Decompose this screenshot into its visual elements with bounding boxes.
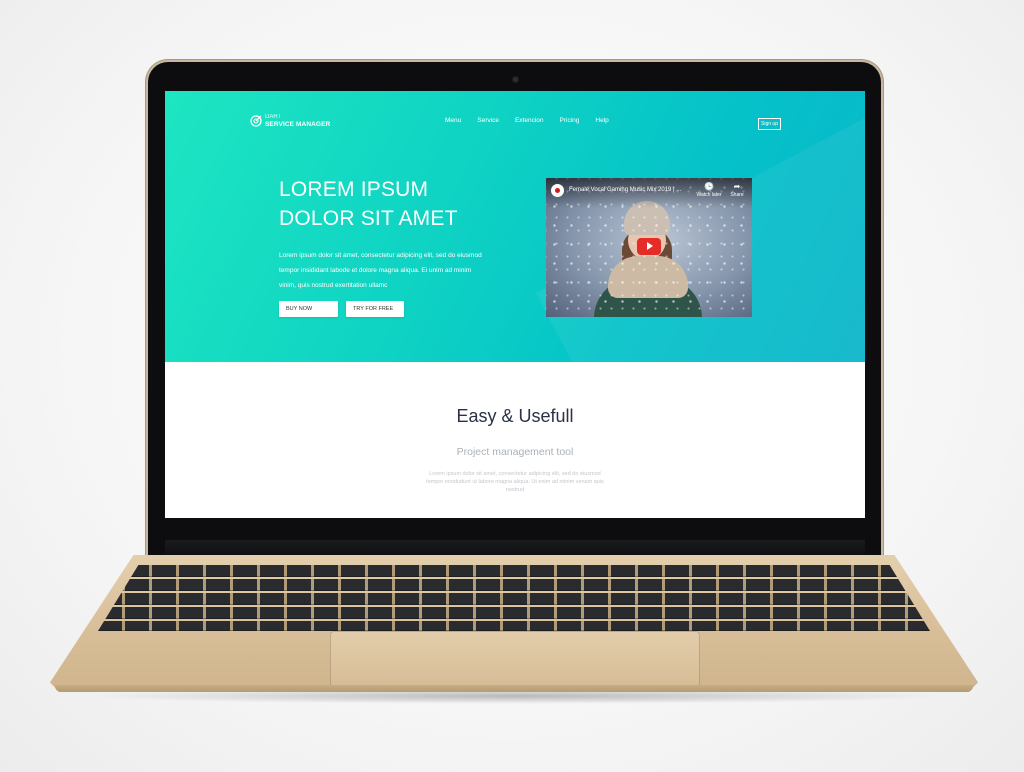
key-row — [98, 621, 930, 631]
key-row — [98, 607, 930, 619]
key-row — [98, 579, 930, 591]
clock-icon: 🕒 — [704, 182, 714, 191]
play-icon[interactable] — [637, 238, 661, 255]
hero-title-line1: LOREM IPSUM — [279, 178, 429, 201]
watch-later-button[interactable]: 🕒 Watch later — [696, 182, 722, 198]
key-row — [98, 565, 930, 577]
nav-item-pricing[interactable]: Pricing — [560, 117, 580, 124]
nav-item-help[interactable]: Help — [595, 117, 608, 124]
channel-avatar-icon[interactable] — [551, 184, 564, 197]
hero-title-line2: DOLOR SIT AMET — [279, 207, 458, 230]
buy-now-button[interactable]: BUY NOW — [279, 301, 338, 317]
share-label: Share — [730, 192, 744, 198]
brand-line1: DART — [265, 114, 282, 120]
main-nav: Menu Service Extencion Pricing Help — [445, 117, 609, 124]
keyboard — [98, 563, 930, 631]
brand-line2: SERVICE MANAGER — [265, 121, 331, 128]
video-player[interactable]: Female Vocal Gaming Music Mix 2019 | ...… — [546, 178, 752, 317]
laptop-front-edge — [55, 685, 973, 692]
watch-later-label: Watch later — [696, 192, 722, 198]
signup-button[interactable]: Sign up — [758, 118, 781, 130]
share-arrow-icon: ➦ — [733, 182, 741, 191]
nav-item-service[interactable]: Service — [477, 117, 499, 124]
try-for-free-button[interactable]: TRY FOR FREE — [346, 301, 404, 317]
video-title[interactable]: Female Vocal Gaming Music Mix 2019 | ... — [569, 187, 681, 193]
share-button[interactable]: ➦ Share — [724, 182, 750, 198]
features-subtitle: Project management tool — [456, 446, 574, 458]
hero-description: Lorem ipsum dolor sit amet, consectetur … — [279, 252, 482, 289]
hero-section: DART SERVICE MANAGER Menu Service Extenc… — [165, 91, 865, 362]
hero-title: LOREM IPSUM DOLOR SIT AMET — [279, 175, 539, 233]
trackpad — [330, 631, 700, 687]
brand-name: DART SERVICE MANAGER — [265, 114, 330, 128]
webcam — [513, 77, 518, 82]
features-title: Easy & Usefull — [456, 406, 574, 426]
laptop-screen: DART SERVICE MANAGER Menu Service Extenc… — [165, 91, 865, 518]
nav-item-menu[interactable]: Menu — [445, 117, 461, 124]
dart-logo-icon — [250, 115, 262, 127]
features-description: Lorem ipsum dolor sit amet, consectetur … — [426, 471, 604, 493]
nav-item-extencion[interactable]: Extencion — [515, 117, 544, 124]
brand-logo[interactable]: DART SERVICE MANAGER — [250, 114, 330, 128]
key-row — [98, 593, 930, 605]
